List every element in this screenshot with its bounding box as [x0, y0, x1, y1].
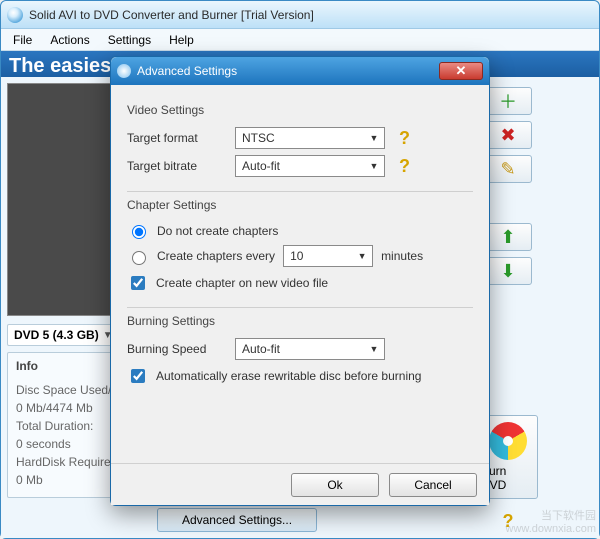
menu-file[interactable]: File — [5, 31, 40, 49]
chapter-interval-value: 10 — [290, 249, 303, 263]
burning-settings-header: Burning Settings — [127, 314, 473, 328]
main-titlebar[interactable]: Solid AVI to DVD Converter and Burner [T… — [1, 1, 599, 29]
menubar: File Actions Settings Help — [1, 29, 599, 51]
video-settings-header: Video Settings — [127, 103, 473, 117]
target-bitrate-label: Target bitrate — [127, 159, 227, 173]
menu-settings[interactable]: Settings — [100, 31, 159, 49]
burning-speed-select[interactable]: Auto-fit ▼ — [235, 338, 385, 360]
delete-icon: ✖ — [500, 125, 515, 146]
chevron-down-icon: ▼ — [366, 130, 382, 146]
radio-create-every[interactable] — [132, 251, 146, 265]
advanced-settings-dialog: Advanced Settings ✕ Video Settings Targe… — [110, 56, 490, 506]
dvd-size-label: DVD 5 (4.3 GB) — [14, 328, 99, 342]
chapter-interval-unit: minutes — [381, 249, 423, 263]
arrow-down-icon: ⬇ — [500, 261, 515, 282]
edit-button[interactable]: ✎ — [484, 155, 532, 183]
check-auto-erase-label: Automatically erase rewritable disc befo… — [156, 369, 421, 383]
help-icon[interactable]: ? — [399, 128, 410, 149]
chapter-interval-select[interactable]: 10 ▼ — [283, 245, 373, 267]
close-button[interactable]: ✕ — [439, 62, 483, 80]
burning-speed-value: Auto-fit — [242, 342, 280, 356]
close-icon: ✕ — [456, 63, 467, 79]
check-chapter-new-file-label: Create chapter on new video file — [156, 276, 328, 290]
help-icon[interactable]: ? — [503, 511, 514, 532]
target-format-value: NTSC — [242, 131, 275, 145]
target-bitrate-select[interactable]: Auto-fit ▼ — [235, 155, 385, 177]
add-button[interactable]: ＋ — [484, 87, 532, 115]
app-icon — [7, 7, 23, 23]
check-auto-erase[interactable] — [131, 369, 145, 383]
chevron-down-icon: ▼ — [366, 158, 382, 174]
help-icon[interactable]: ? — [399, 156, 410, 177]
advanced-settings-button[interactable]: Advanced Settings... — [157, 508, 317, 532]
target-format-label: Target format — [127, 131, 227, 145]
cancel-button[interactable]: Cancel — [389, 473, 477, 497]
dialog-titlebar[interactable]: Advanced Settings ✕ — [111, 57, 489, 85]
dialog-button-row: Ok Cancel — [111, 463, 489, 505]
radio-no-chapters-label: Do not create chapters — [157, 224, 278, 238]
ok-button[interactable]: Ok — [291, 473, 379, 497]
gear-icon — [117, 64, 131, 78]
move-down-button[interactable]: ⬇ — [484, 257, 532, 285]
window-title: Solid AVI to DVD Converter and Burner [T… — [29, 8, 314, 22]
menu-actions[interactable]: Actions — [42, 31, 97, 49]
chevron-down-icon: ▼ — [366, 341, 382, 357]
target-format-select[interactable]: NTSC ▼ — [235, 127, 385, 149]
dialog-title: Advanced Settings — [137, 64, 237, 78]
burning-speed-label: Burning Speed — [127, 342, 227, 356]
radio-no-chapters[interactable] — [132, 225, 146, 239]
move-up-button[interactable]: ⬆ — [484, 223, 532, 251]
plus-icon: ＋ — [499, 88, 517, 114]
delete-button[interactable]: ✖ — [484, 121, 532, 149]
pencil-icon: ✎ — [500, 159, 515, 180]
dialog-body: Video Settings Target format NTSC ▼ ? Ta… — [111, 85, 489, 463]
chapter-settings-header: Chapter Settings — [127, 198, 473, 212]
dvd-disc-icon — [489, 422, 527, 460]
menu-help[interactable]: Help — [161, 31, 202, 49]
arrow-up-icon: ⬆ — [500, 227, 515, 248]
radio-create-every-label: Create chapters every — [157, 249, 275, 263]
check-chapter-new-file[interactable] — [131, 276, 145, 290]
chevron-down-icon: ▼ — [354, 248, 370, 264]
target-bitrate-value: Auto-fit — [242, 159, 280, 173]
